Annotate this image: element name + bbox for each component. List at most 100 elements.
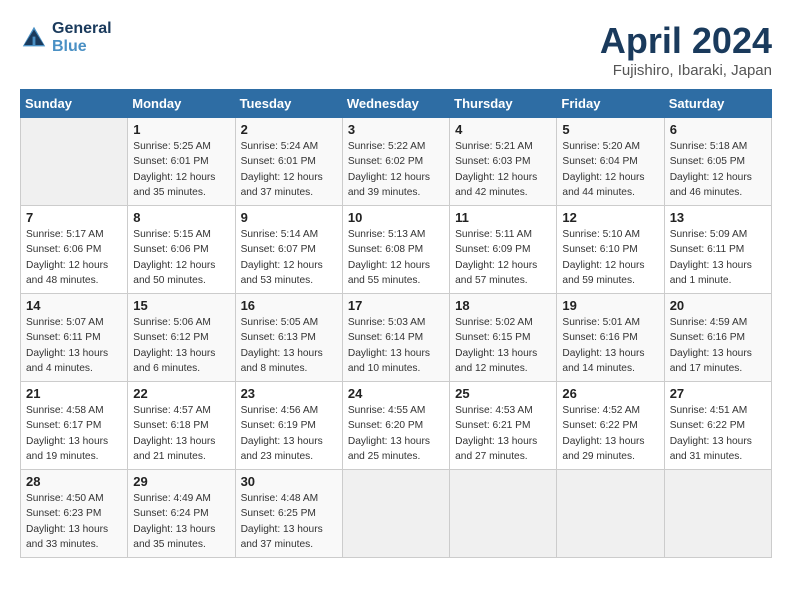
weekday-header-wednesday: Wednesday	[342, 90, 449, 118]
cell-info: Sunrise: 5:20 AM Sunset: 6:04 PM Dayligh…	[562, 139, 658, 200]
cell-info: Sunrise: 4:57 AM Sunset: 6:18 PM Dayligh…	[133, 403, 229, 464]
calendar-cell: 28Sunrise: 4:50 AM Sunset: 6:23 PM Dayli…	[21, 470, 128, 558]
day-number: 4	[455, 122, 551, 137]
calendar-cell	[450, 470, 557, 558]
calendar-cell: 11Sunrise: 5:11 AM Sunset: 6:09 PM Dayli…	[450, 206, 557, 294]
day-number: 25	[455, 386, 551, 401]
day-number: 21	[26, 386, 122, 401]
logo-general: General	[52, 20, 112, 38]
day-number: 16	[241, 298, 337, 313]
cell-info: Sunrise: 5:06 AM Sunset: 6:12 PM Dayligh…	[133, 315, 229, 376]
day-number: 6	[670, 122, 766, 137]
cell-info: Sunrise: 5:18 AM Sunset: 6:05 PM Dayligh…	[670, 139, 766, 200]
logo-icon	[20, 24, 48, 52]
cell-info: Sunrise: 5:25 AM Sunset: 6:01 PM Dayligh…	[133, 139, 229, 200]
weekday-header-sunday: Sunday	[21, 90, 128, 118]
calendar-cell: 15 Sunrise: 5:06 AM Sunset: 6:12 PM Dayli…	[128, 294, 235, 382]
weekday-header-tuesday: Tuesday	[235, 90, 342, 118]
cell-info: Sunrise: 4:49 AM Sunset: 6:24 PM Dayligh…	[133, 491, 229, 552]
cell-info: Sunrise: 5:02 AM Sunset: 6:15 PM Dayligh…	[455, 315, 551, 376]
day-number: 13	[670, 210, 766, 225]
cell-info: Sunrise: 4:50 AM Sunset: 6:23 PM Dayligh…	[26, 491, 122, 552]
cell-info: Sunrise: 5:14 AM Sunset: 6:07 PM Dayligh…	[241, 227, 337, 288]
cell-info: Sunrise: 5:17 AM Sunset: 6:06 PM Dayligh…	[26, 227, 122, 288]
cell-info: Sunrise: 5:24 AM Sunset: 6:01 PM Dayligh…	[241, 139, 337, 200]
week-row-4: 21 Sunrise: 4:58 AM Sunset: 6:17 PM Dayli…	[21, 382, 772, 470]
cell-info: Sunrise: 5:07 AM Sunset: 6:11 PM Dayligh…	[26, 315, 122, 376]
calendar-cell: 1 Sunrise: 5:25 AM Sunset: 6:01 PM Daylig…	[128, 118, 235, 206]
day-number: 27	[670, 386, 766, 401]
calendar-cell	[342, 470, 449, 558]
day-number: 14	[26, 298, 122, 313]
day-number: 2	[241, 122, 337, 137]
day-number: 22	[133, 386, 229, 401]
calendar-cell: 2 Sunrise: 5:24 AM Sunset: 6:01 PM Daylig…	[235, 118, 342, 206]
calendar-table: SundayMondayTuesdayWednesdayThursdayFrid…	[20, 89, 772, 558]
page-header: General Blue April 2024 Fujishiro, Ibara…	[20, 20, 772, 79]
day-number: 7	[26, 210, 122, 225]
calendar-cell	[557, 470, 664, 558]
cell-info: Sunrise: 5:21 AM Sunset: 6:03 PM Dayligh…	[455, 139, 551, 200]
weekday-header-saturday: Saturday	[664, 90, 771, 118]
cell-info: Sunrise: 5:15 AM Sunset: 6:06 PM Dayligh…	[133, 227, 229, 288]
calendar-cell	[664, 470, 771, 558]
calendar-cell: 12Sunrise: 5:10 AM Sunset: 6:10 PM Dayli…	[557, 206, 664, 294]
cell-info: Sunrise: 5:03 AM Sunset: 6:14 PM Dayligh…	[348, 315, 444, 376]
day-number: 29	[133, 474, 229, 489]
cell-info: Sunrise: 4:59 AM Sunset: 6:16 PM Dayligh…	[670, 315, 766, 376]
day-number: 12	[562, 210, 658, 225]
weekday-header-row: SundayMondayTuesdayWednesdayThursdayFrid…	[21, 90, 772, 118]
calendar-cell: 4 Sunrise: 5:21 AM Sunset: 6:03 PM Daylig…	[450, 118, 557, 206]
calendar-cell: 24 Sunrise: 4:55 AM Sunset: 6:20 PM Dayli…	[342, 382, 449, 470]
cell-info: Sunrise: 4:52 AM Sunset: 6:22 PM Dayligh…	[562, 403, 658, 464]
cell-info: Sunrise: 4:55 AM Sunset: 6:20 PM Dayligh…	[348, 403, 444, 464]
cell-info: Sunrise: 5:05 AM Sunset: 6:13 PM Dayligh…	[241, 315, 337, 376]
cell-info: Sunrise: 4:51 AM Sunset: 6:22 PM Dayligh…	[670, 403, 766, 464]
day-number: 3	[348, 122, 444, 137]
calendar-cell	[21, 118, 128, 206]
day-number: 5	[562, 122, 658, 137]
calendar-cell: 9 Sunrise: 5:14 AM Sunset: 6:07 PM Daylig…	[235, 206, 342, 294]
calendar-cell: 27 Sunrise: 4:51 AM Sunset: 6:22 PM Dayli…	[664, 382, 771, 470]
calendar-cell: 23 Sunrise: 4:56 AM Sunset: 6:19 PM Dayli…	[235, 382, 342, 470]
cell-info: Sunrise: 4:56 AM Sunset: 6:19 PM Dayligh…	[241, 403, 337, 464]
day-number: 8	[133, 210, 229, 225]
calendar-cell: 20 Sunrise: 4:59 AM Sunset: 6:16 PM Dayli…	[664, 294, 771, 382]
day-number: 10	[348, 210, 444, 225]
calendar-cell: 19 Sunrise: 5:01 AM Sunset: 6:16 PM Dayli…	[557, 294, 664, 382]
calendar-cell: 8 Sunrise: 5:15 AM Sunset: 6:06 PM Daylig…	[128, 206, 235, 294]
cell-info: Sunrise: 4:53 AM Sunset: 6:21 PM Dayligh…	[455, 403, 551, 464]
week-row-1: 1 Sunrise: 5:25 AM Sunset: 6:01 PM Daylig…	[21, 118, 772, 206]
cell-info: Sunrise: 4:58 AM Sunset: 6:17 PM Dayligh…	[26, 403, 122, 464]
day-number: 15	[133, 298, 229, 313]
day-number: 20	[670, 298, 766, 313]
title-block: April 2024 Fujishiro, Ibaraki, Japan	[600, 20, 772, 79]
day-number: 30	[241, 474, 337, 489]
day-number: 19	[562, 298, 658, 313]
weekday-header-monday: Monday	[128, 90, 235, 118]
calendar-cell: 10Sunrise: 5:13 AM Sunset: 6:08 PM Dayli…	[342, 206, 449, 294]
day-number: 17	[348, 298, 444, 313]
calendar-cell: 29 Sunrise: 4:49 AM Sunset: 6:24 PM Dayli…	[128, 470, 235, 558]
week-row-5: 28Sunrise: 4:50 AM Sunset: 6:23 PM Dayli…	[21, 470, 772, 558]
calendar-cell: 30Sunrise: 4:48 AM Sunset: 6:25 PM Dayli…	[235, 470, 342, 558]
day-number: 26	[562, 386, 658, 401]
weekday-header-friday: Friday	[557, 90, 664, 118]
cell-info: Sunrise: 5:22 AM Sunset: 6:02 PM Dayligh…	[348, 139, 444, 200]
day-number: 23	[241, 386, 337, 401]
calendar-cell: 26 Sunrise: 4:52 AM Sunset: 6:22 PM Dayli…	[557, 382, 664, 470]
calendar-cell: 21 Sunrise: 4:58 AM Sunset: 6:17 PM Dayli…	[21, 382, 128, 470]
calendar-cell: 17 Sunrise: 5:03 AM Sunset: 6:14 PM Dayli…	[342, 294, 449, 382]
day-number: 11	[455, 210, 551, 225]
month-title: April 2024	[600, 20, 772, 62]
logo: General Blue	[20, 20, 112, 55]
location: Fujishiro, Ibaraki, Japan	[600, 62, 772, 79]
day-number: 24	[348, 386, 444, 401]
cell-info: Sunrise: 5:01 AM Sunset: 6:16 PM Dayligh…	[562, 315, 658, 376]
day-number: 18	[455, 298, 551, 313]
logo-blue: Blue	[52, 38, 112, 56]
calendar-cell: 25 Sunrise: 4:53 AM Sunset: 6:21 PM Dayli…	[450, 382, 557, 470]
calendar-cell: 5 Sunrise: 5:20 AM Sunset: 6:04 PM Daylig…	[557, 118, 664, 206]
day-number: 9	[241, 210, 337, 225]
day-number: 1	[133, 122, 229, 137]
